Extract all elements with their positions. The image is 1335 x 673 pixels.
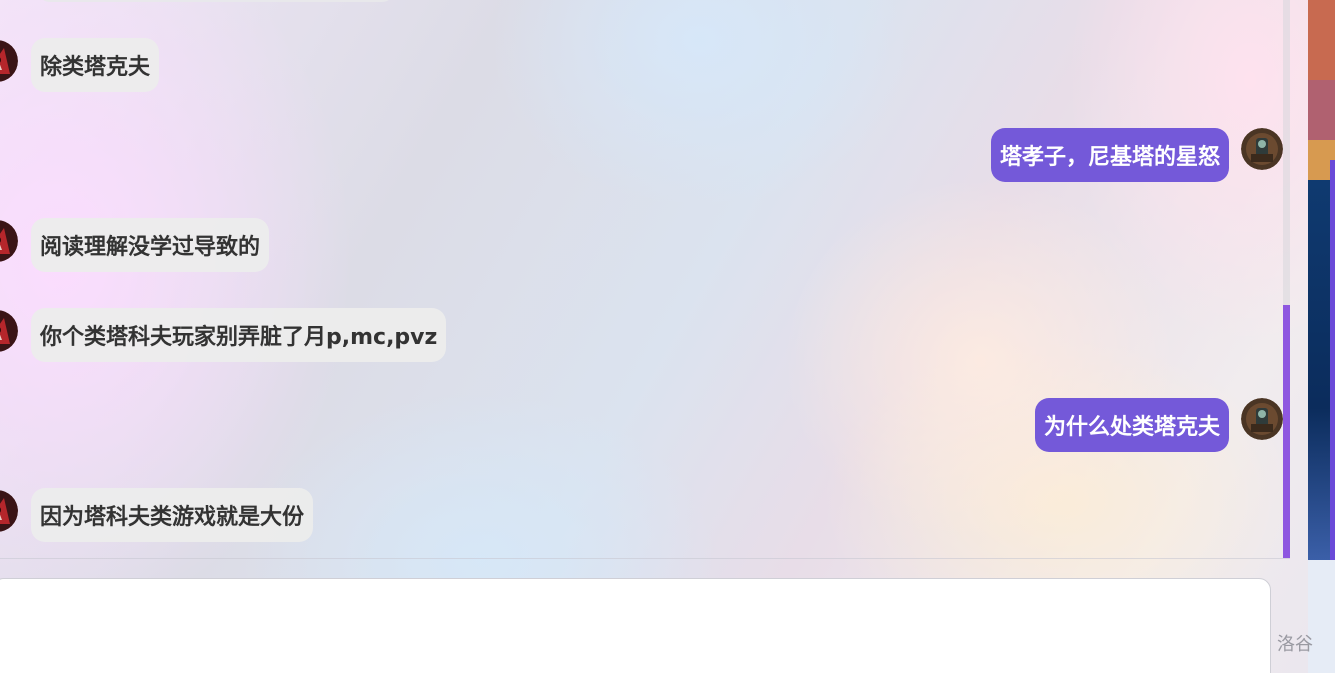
received-message: 因为塔科夫类游戏就是大份 xyxy=(31,488,314,542)
background-artwork xyxy=(1308,0,1335,560)
message-text: 塔孝子，尼基塔的星怒 xyxy=(999,145,1220,170)
user-avatar-icon[interactable] xyxy=(1241,128,1283,170)
message-text: 为什么处类塔克夫 xyxy=(1043,415,1220,440)
sender-avatar-icon[interactable] xyxy=(0,220,18,262)
message-text: 你个类塔科夫玩家别弄脏了月p,mc,pvz xyxy=(40,325,438,350)
chat-input-divider xyxy=(0,558,1290,559)
sender-avatar-icon[interactable] xyxy=(0,490,18,532)
sent-message: 塔孝子，尼基塔的星怒 xyxy=(990,128,1229,182)
sender-avatar-icon[interactable] xyxy=(0,40,18,82)
sender-avatar-icon[interactable] xyxy=(0,310,18,352)
background-edge-bottom xyxy=(1308,560,1335,673)
received-message: 你个类塔科夫玩家别弄脏了月p,mc,pvz xyxy=(31,308,447,362)
message-text: 除类塔克夫 xyxy=(40,55,151,80)
user-avatar-icon[interactable] xyxy=(1241,398,1283,440)
received-message: 除类塔克夫 xyxy=(31,38,160,92)
message-text: 因为塔科夫类游戏就是大份 xyxy=(40,505,305,530)
sent-message: 为什么处类塔克夫 xyxy=(1034,398,1229,452)
message-text: 阅读理解没学过导致的 xyxy=(40,235,261,260)
message-input[interactable] xyxy=(0,578,1271,673)
chat-window: 除类塔克夫 塔孝子，尼基塔的星怒 阅读理解没学过导致的 你个类塔科夫玩家别弄脏了… xyxy=(0,0,1335,673)
received-message: 阅读理解没学过导致的 xyxy=(31,218,270,272)
message-bubble-partial xyxy=(38,0,394,2)
chat-scrollbar-thumb[interactable] xyxy=(1283,305,1290,558)
brand-label: 洛谷 xyxy=(1277,634,1313,655)
